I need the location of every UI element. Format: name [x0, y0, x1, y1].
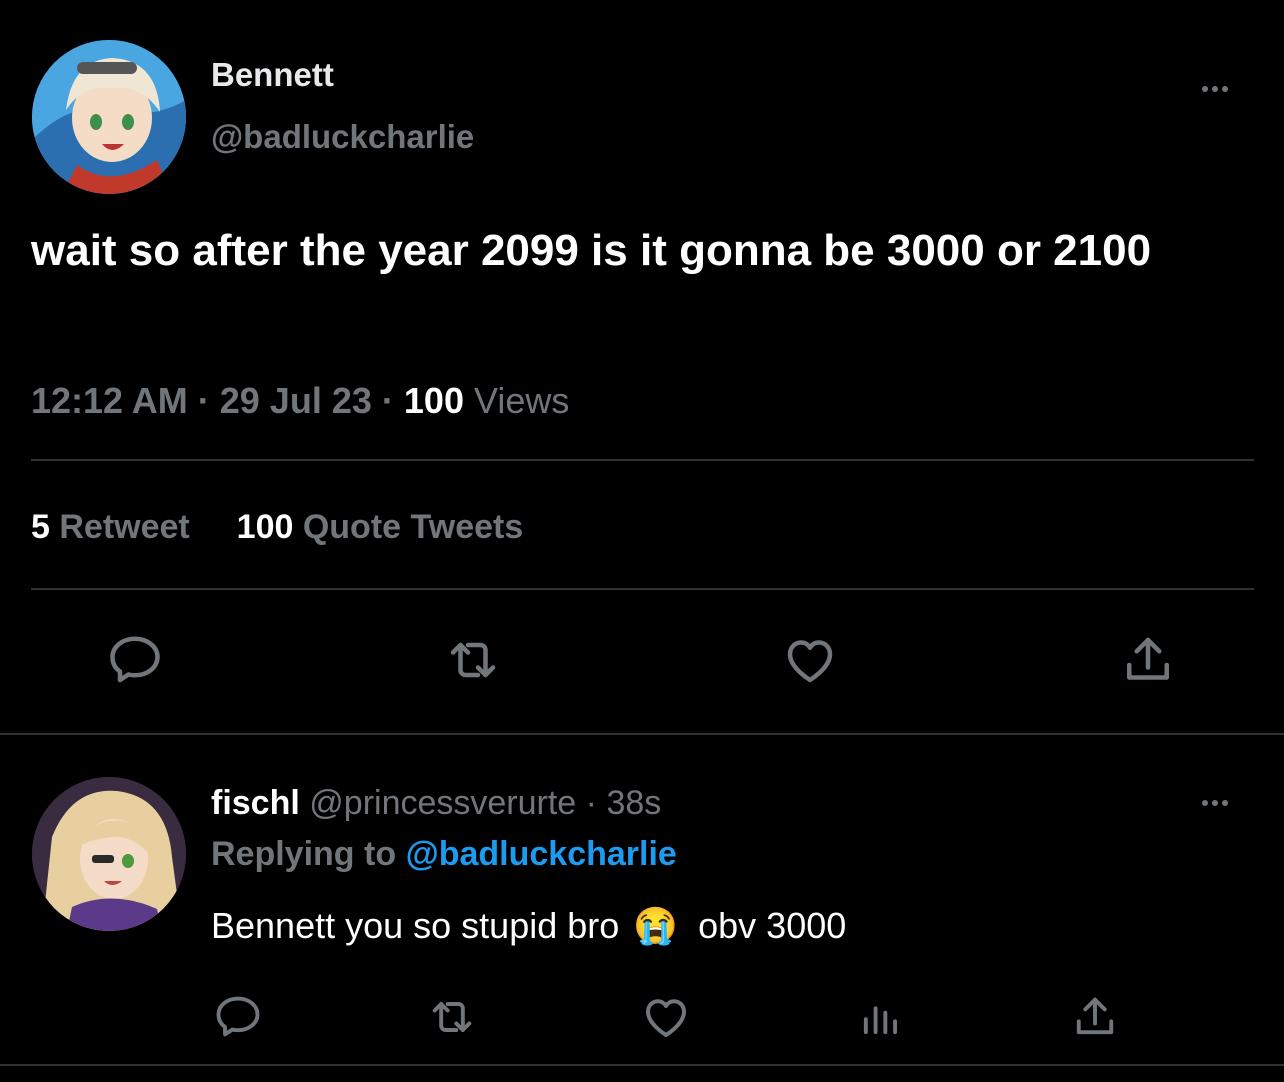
author-avatar[interactable]	[32, 40, 186, 194]
quote-stat[interactable]: 100 Quote Tweets	[237, 508, 524, 546]
tweet-text: wait so after the year 2099 is it gonna …	[31, 226, 1152, 275]
analytics-icon[interactable]	[851, 990, 911, 1044]
meta-separator-2: ·	[381, 380, 394, 421]
reply-author-name[interactable]: fischl	[211, 784, 300, 822]
reply-time[interactable]: 38s	[606, 784, 661, 822]
tweet-meta: 12:12 AM · 29 Jul 23 · 100 Views	[31, 380, 569, 422]
reply-share-icon[interactable]	[1065, 990, 1125, 1044]
divider	[31, 588, 1254, 590]
bottom-divider	[0, 1064, 1284, 1066]
retweets-label: Retweet	[59, 508, 190, 546]
reply-text: Bennett you so stupid bro 😭 obv 3000	[211, 905, 846, 947]
more-options-icon[interactable]	[1202, 86, 1228, 92]
engagement-stats: 5 Retweet 100 Quote Tweets	[31, 508, 523, 547]
divider	[31, 459, 1254, 461]
reply-author-avatar[interactable]	[32, 777, 186, 931]
views-label: Views	[474, 380, 570, 421]
retweet-icon[interactable]	[438, 630, 508, 690]
replying-to-mention[interactable]: @badluckcharlie	[406, 835, 677, 873]
author-handle[interactable]: @badluckcharlie	[211, 118, 474, 156]
reply-reply-icon[interactable]	[208, 990, 268, 1044]
replying-to-line: Replying to @badluckcharlie	[211, 835, 677, 874]
share-icon[interactable]	[1113, 630, 1183, 690]
reply-author-handle[interactable]: @princessverurte	[309, 784, 576, 822]
replying-to-prefix: Replying to	[211, 835, 397, 873]
reply-like-icon[interactable]	[636, 990, 696, 1044]
reply-text-after: obv 3000	[698, 905, 847, 946]
avatar-illustration	[32, 40, 186, 194]
views-count: 100	[403, 380, 464, 421]
reply-avatar-illustration	[32, 777, 186, 931]
reply-more-options-icon[interactable]	[1202, 800, 1228, 806]
section-divider	[0, 733, 1284, 735]
reply-icon[interactable]	[100, 630, 170, 690]
retweet-stat[interactable]: 5 Retweet	[31, 508, 199, 546]
retweets-count: 5	[31, 508, 50, 546]
crying-face-emoji: 😭	[633, 905, 679, 946]
tweet-time[interactable]: 12:12 AM	[31, 380, 188, 421]
like-icon[interactable]	[775, 630, 845, 690]
reply-header: fischl @princessverurte · 38s	[211, 784, 661, 823]
author-name[interactable]: Bennett	[211, 56, 334, 94]
quotes-label: Quote Tweets	[302, 508, 524, 546]
reply-text-before: Bennett you so stupid bro	[211, 905, 620, 946]
reply-separator: ·	[585, 784, 597, 822]
tweet-date[interactable]: 29 Jul 23	[220, 380, 372, 421]
reply-retweet-icon[interactable]	[422, 990, 482, 1044]
quotes-count: 100	[236, 508, 294, 546]
meta-separator: ·	[197, 380, 210, 421]
